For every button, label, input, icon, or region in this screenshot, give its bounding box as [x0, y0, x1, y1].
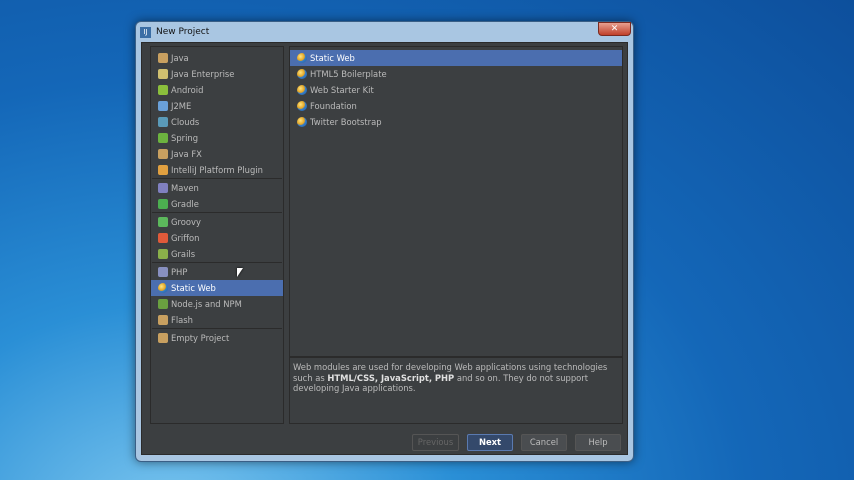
project-type-icon [158, 299, 168, 309]
item-label: Spring [171, 133, 199, 143]
project-type-icon [158, 199, 168, 209]
item-label: Node.js and NPM [171, 299, 242, 309]
item-label: Java [171, 53, 189, 63]
item-label: Android [171, 85, 204, 95]
description: Web modules are used for developing Web … [289, 357, 623, 424]
description-bold: HTML/CSS, JavaScript, PHP [327, 372, 455, 383]
project-type-icon [158, 101, 168, 111]
project-type-icon [158, 149, 168, 159]
template-item[interactable]: Web Starter Kit [290, 82, 622, 98]
title-bar[interactable]: IJ New Project [136, 22, 633, 42]
item-label: Gradle [171, 199, 199, 209]
item-label: Clouds [171, 117, 200, 127]
item-label: Static Web [171, 283, 216, 293]
next-button[interactable]: Next [467, 434, 513, 451]
template-item[interactable]: Static Web [290, 50, 622, 66]
close-button[interactable]: ✕ [598, 22, 631, 36]
template-item[interactable]: HTML5 Boilerplate [290, 66, 622, 82]
help-button[interactable]: Help [575, 434, 621, 451]
previous-button[interactable]: Previous [412, 434, 459, 451]
globe-icon [297, 69, 307, 79]
project-type-icon [158, 165, 168, 175]
project-type-icon [158, 333, 168, 343]
template-item[interactable]: Foundation [290, 98, 622, 114]
new-project-dialog: IJ New Project ✕ Java Java Enterprise Andr… [135, 21, 634, 462]
template-label: Static Web [310, 53, 355, 63]
project-type-java-fx[interactable]: Java FX [151, 146, 283, 162]
project-type-java[interactable]: Java [151, 50, 283, 66]
project-type-icon [158, 315, 168, 325]
project-type-groovy[interactable]: Groovy [151, 214, 283, 230]
project-type-icon [158, 233, 168, 243]
project-type-icon [158, 217, 168, 227]
globe-icon [297, 117, 307, 127]
dialog-title: New Project [156, 27, 210, 37]
item-label: Empty Project [171, 333, 230, 343]
intellij-icon: IJ [140, 26, 151, 38]
globe-icon [297, 53, 307, 63]
project-type-icon [158, 85, 168, 95]
project-type-gradle[interactable]: Gradle [151, 196, 283, 212]
project-type-static-web[interactable]: Static Web [151, 280, 283, 296]
project-type-maven[interactable]: Maven [151, 180, 283, 196]
item-label: Grails [171, 249, 196, 259]
project-type-icon [158, 249, 168, 259]
mouse-cursor [237, 268, 243, 277]
globe-icon [297, 85, 307, 95]
template-list[interactable]: Static Web HTML5 Boilerplate Web Starter K… [289, 46, 623, 357]
project-type-icon [158, 183, 168, 193]
project-type-list[interactable]: Java Java Enterprise Android J2ME Clouds Spri… [150, 46, 284, 424]
template-item[interactable]: Twitter Bootstrap [290, 114, 622, 130]
template-label: Twitter Bootstrap [310, 117, 382, 127]
project-type-intellij-platform-plugin[interactable]: IntelliJ Platform Plugin [151, 162, 283, 178]
template-label: Foundation [310, 101, 357, 111]
project-type-spring[interactable]: Spring [151, 130, 283, 146]
item-label: Flash [171, 315, 193, 325]
project-type-j2me[interactable]: J2ME [151, 98, 283, 114]
template-label: Web Starter Kit [310, 85, 374, 95]
item-label: J2ME [171, 101, 192, 111]
project-type-node-js-and-npm[interactable]: Node.js and NPM [151, 296, 283, 312]
project-type-icon [158, 283, 168, 293]
project-type-griffon[interactable]: Griffon [151, 230, 283, 246]
dialog-body: Java Java Enterprise Android J2ME Clouds Spri… [141, 42, 628, 455]
template-label: HTML5 Boilerplate [310, 69, 387, 79]
item-label: Groovy [171, 217, 201, 227]
globe-icon [297, 101, 307, 111]
project-type-clouds[interactable]: Clouds [151, 114, 283, 130]
item-label: Griffon [171, 233, 200, 243]
project-type-grails[interactable]: Grails [151, 246, 283, 262]
project-type-icon [158, 117, 168, 127]
item-label: IntelliJ Platform Plugin [171, 165, 263, 175]
project-type-icon [158, 267, 168, 277]
project-type-php[interactable]: PHP [151, 264, 283, 280]
project-type-icon [158, 53, 168, 63]
item-label: Java Enterprise [171, 69, 235, 79]
project-type-java-enterprise[interactable]: Java Enterprise [151, 66, 283, 82]
project-type-flash[interactable]: Flash [151, 312, 283, 328]
project-type-android[interactable]: Android [151, 82, 283, 98]
item-label: PHP [171, 267, 188, 277]
item-label: Maven [171, 183, 199, 193]
cancel-button[interactable]: Cancel [521, 434, 567, 451]
item-label: Java FX [171, 149, 202, 159]
project-type-empty-project[interactable]: Empty Project [151, 330, 283, 346]
project-type-icon [158, 69, 168, 79]
project-type-icon [158, 133, 168, 143]
